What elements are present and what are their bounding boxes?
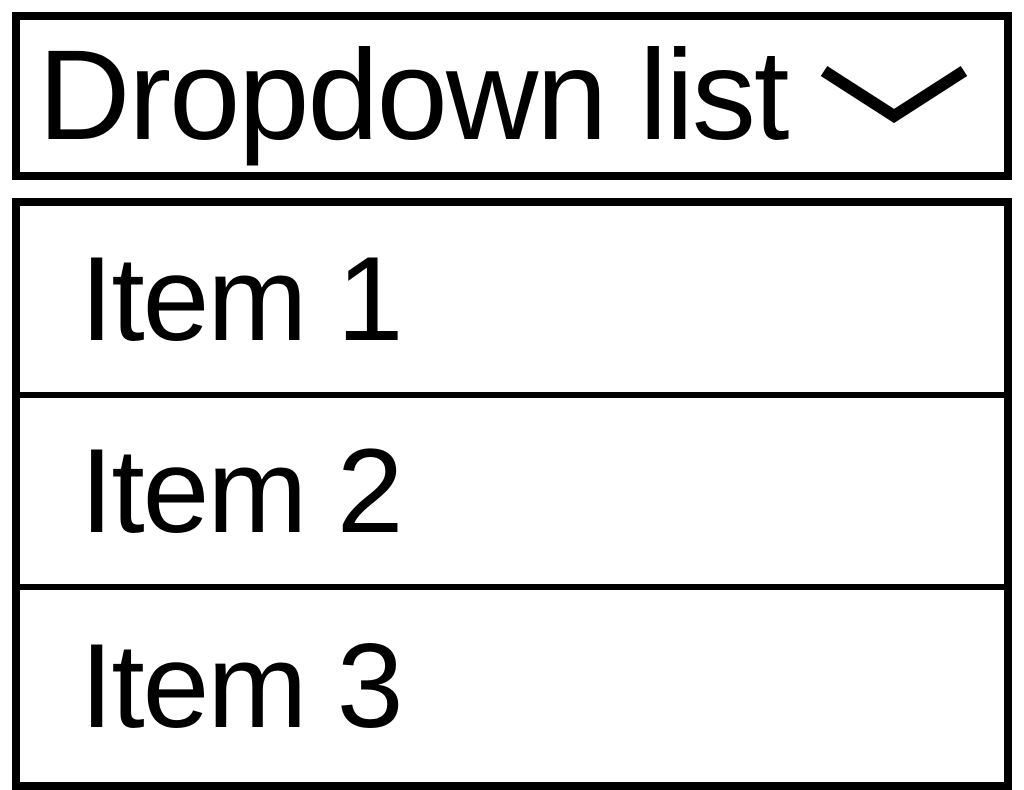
dropdown-item-label: Item 3 (80, 617, 401, 755)
dropdown-item-1[interactable]: Item 1 (20, 206, 1004, 398)
dropdown-item-3[interactable]: Item 3 (20, 590, 1004, 782)
dropdown-toggle[interactable]: Dropdown list (12, 12, 1012, 180)
dropdown-list: Item 1 Item 2 Item 3 (12, 198, 1012, 790)
dropdown-item-label: Item 2 (80, 422, 401, 560)
dropdown-label: Dropdown list (38, 32, 787, 160)
dropdown: Dropdown list Item 1 Item 2 Item 3 (12, 12, 1012, 790)
dropdown-item-label: Item 1 (80, 230, 401, 368)
dropdown-item-2[interactable]: Item 2 (20, 398, 1004, 590)
chevron-down-icon (814, 61, 974, 131)
